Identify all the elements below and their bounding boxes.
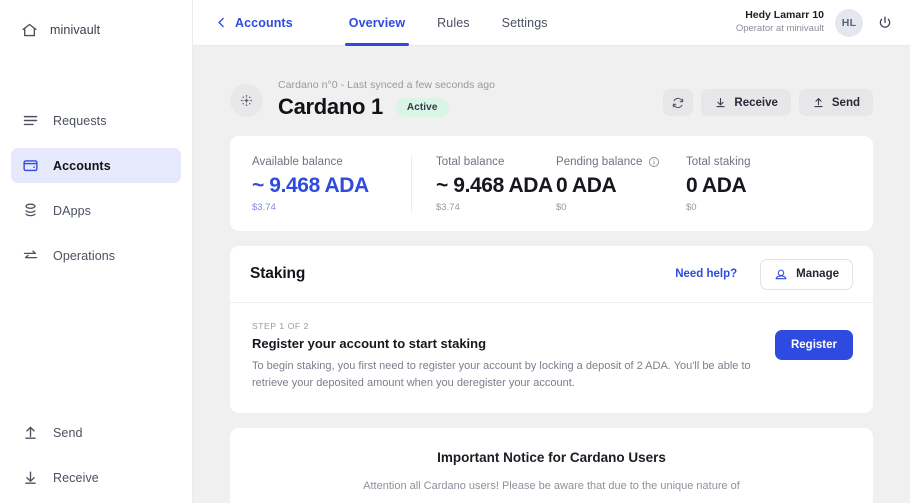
balance-fiat: $0 xyxy=(556,202,567,214)
balance-fiat: $3.74 xyxy=(436,202,460,214)
sidebar-item-label: Send xyxy=(53,425,83,440)
balance-label-row: Pending balance xyxy=(556,156,686,168)
secondary-nav: Send Receive xyxy=(0,415,192,495)
sidebar-item-dapps[interactable]: DApps xyxy=(11,193,181,228)
balance-value: ~ 9.468 ADA xyxy=(252,174,369,197)
balance-staking: Total staking 0 ADA $0 xyxy=(686,156,806,213)
sidebar-item-requests[interactable]: Requests xyxy=(11,103,181,138)
sidebar-item-label: Receive xyxy=(53,470,99,485)
balance-fiat: $0 xyxy=(686,202,697,214)
operations-icon xyxy=(22,247,39,264)
tab-bar: Overview Rules Settings xyxy=(344,0,548,46)
user-meta: Hedy Lamarr 10 Operator at minivault xyxy=(736,9,824,35)
account-title-row: Cardano 1 Active xyxy=(278,94,495,120)
staking-title: Staking xyxy=(250,265,306,283)
breadcrumb-back-accounts[interactable]: Accounts xyxy=(215,16,293,30)
step-description: To begin staking, you first need to regi… xyxy=(252,360,751,390)
balance-pending: Pending balance 0 ADA $0 xyxy=(556,156,686,213)
tab-settings[interactable]: Settings xyxy=(502,0,548,46)
staking-header: Staking Need help? Manage xyxy=(230,246,873,304)
app-root: minivault Requests Accounts DApps Operat… xyxy=(0,0,910,503)
send-button[interactable]: Send xyxy=(798,89,873,116)
primary-nav: Requests Accounts DApps Operations xyxy=(0,103,192,273)
balance-label: Available balance xyxy=(252,156,343,168)
tab-rules[interactable]: Rules xyxy=(437,0,469,46)
sidebar-item-label: Operations xyxy=(53,248,116,263)
sidebar-item-operations[interactable]: Operations xyxy=(11,238,181,273)
account-header: Cardano n°0 - Last synced a few seconds … xyxy=(230,46,873,136)
user-role: Operator at minivault xyxy=(735,23,824,35)
sidebar-item-label: Accounts xyxy=(53,158,111,173)
notice-body-wrap: Important Notice for Cardano Users Atten… xyxy=(230,428,873,503)
home-icon xyxy=(21,22,38,39)
account-subtitle: Cardano n°0 - Last synced a few seconds … xyxy=(278,79,496,91)
receive-button-label: Receive xyxy=(734,96,778,109)
content-scroll: Cardano n°0 - Last synced a few seconds … xyxy=(193,46,910,503)
send-button-label: Send xyxy=(831,96,860,109)
wallet-icon xyxy=(22,157,39,174)
arrow-up-icon xyxy=(22,424,39,441)
balance-label: Total balance xyxy=(436,156,505,168)
sidebar-item-accounts[interactable]: Accounts xyxy=(11,148,181,183)
breadcrumb-label: Accounts xyxy=(235,15,293,30)
chevron-left-icon xyxy=(215,16,228,29)
balance-label: Pending balance xyxy=(556,156,643,168)
certificate-icon xyxy=(774,267,788,281)
arrow-down-icon xyxy=(714,96,727,109)
manage-button-label: Manage xyxy=(796,268,839,281)
balance-value: ~ 9.468 ADA xyxy=(436,174,553,197)
brand-name: minivault xyxy=(50,23,101,37)
need-help-link[interactable]: Need help? xyxy=(675,268,737,280)
arrow-up-icon xyxy=(812,96,825,109)
staking-step-text: STEP 1 OF 2 Register your account to sta… xyxy=(252,321,752,393)
requests-icon xyxy=(22,112,39,129)
step-title: Register your account to start staking xyxy=(252,336,487,352)
refresh-button[interactable] xyxy=(663,89,694,116)
topbar: Accounts Overview Rules Settings Hedy La… xyxy=(193,0,910,46)
balance-available: Available balance ~ 9.468 ADA $3.74 xyxy=(252,156,411,213)
status-badge: Active xyxy=(395,97,449,117)
balance-total: Total balance ~ 9.468 ADA $3.74 xyxy=(411,156,556,214)
balances-row: Available balance ~ 9.468 ADA $3.74 Tota… xyxy=(230,136,873,231)
refresh-icon xyxy=(671,96,685,110)
page-title: Cardano 1 xyxy=(278,94,383,119)
register-button[interactable]: Register xyxy=(774,330,853,361)
info-icon[interactable] xyxy=(648,156,660,168)
dapps-icon xyxy=(22,202,39,219)
avatar[interactable]: HL xyxy=(835,8,863,37)
tab-overview[interactable]: Overview xyxy=(344,0,410,46)
sidebar-item-send[interactable]: Send xyxy=(11,415,181,450)
notice-title: Important Notice for Cardano Users xyxy=(437,449,666,465)
manage-button[interactable]: Manage xyxy=(760,258,853,290)
sidebar: minivault Requests Accounts DApps Operat… xyxy=(0,0,193,503)
balance-value: 0 ADA xyxy=(556,174,617,197)
balances-card: Available balance ~ 9.468 ADA $3.74 Tota… xyxy=(230,136,873,232)
cardano-icon xyxy=(230,84,263,117)
sidebar-item-label: Requests xyxy=(53,113,107,128)
arrow-down-icon xyxy=(22,469,39,486)
staking-card: Staking Need help? Manage STEP 1 OF 2 Re… xyxy=(230,246,873,413)
step-kicker: STEP 1 OF 2 xyxy=(252,321,309,332)
balance-value: 0 ADA xyxy=(686,174,747,197)
balance-fiat: $3.74 xyxy=(252,202,276,214)
notice-text: Attention all Cardano users! Please be a… xyxy=(363,479,740,492)
notice-card: Important Notice for Cardano Users Atten… xyxy=(230,427,873,503)
balance-label: Total staking xyxy=(686,156,751,168)
sidebar-item-label: DApps xyxy=(53,203,92,218)
account-text: Cardano n°0 - Last synced a few seconds … xyxy=(278,79,495,120)
user-name: Hedy Lamarr 10 xyxy=(745,9,824,22)
receive-button[interactable]: Receive xyxy=(701,89,791,116)
power-icon[interactable] xyxy=(874,12,896,34)
brand[interactable]: minivault xyxy=(0,0,192,46)
user-area: Hedy Lamarr 10 Operator at minivault HL xyxy=(736,8,896,37)
main-area: Accounts Overview Rules Settings Hedy La… xyxy=(193,0,910,503)
account-actions: Receive Send xyxy=(663,89,873,116)
sidebar-item-receive[interactable]: Receive xyxy=(11,460,181,495)
staking-step: STEP 1 OF 2 Register your account to sta… xyxy=(230,303,873,413)
